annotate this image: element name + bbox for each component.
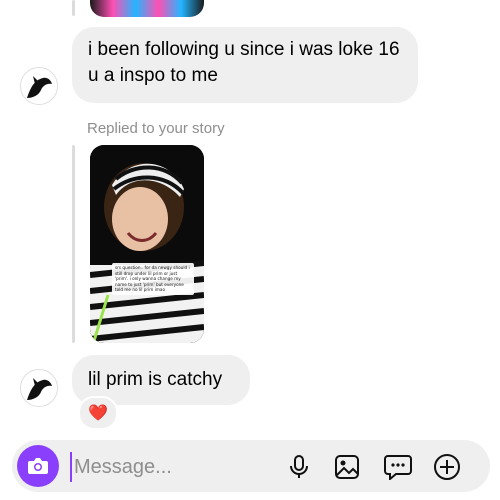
reply-bar [72,145,75,343]
sticker-icon [384,455,412,480]
message-input[interactable] [70,452,266,482]
story-image [90,145,204,343]
avatar-image [21,68,57,104]
message-text: i been following u since i was loke 16 u… [88,39,400,86]
gallery-button[interactable] [332,452,362,482]
avatar-image [21,370,57,406]
sticker-button[interactable] [383,452,413,482]
message-text: lil prim is catchy [88,369,223,390]
add-button[interactable] [432,452,462,482]
microphone-icon [290,455,308,478]
heart-reaction-icon: ❤️ [88,405,108,422]
camera-icon [28,458,48,474]
message-bubble[interactable]: i been following u since i was loke 16 u… [72,27,418,103]
avatar[interactable] [20,369,58,407]
gallery-icon [335,455,359,479]
avatar[interactable] [20,67,58,105]
message-composer [12,440,490,492]
reaction-badge[interactable]: ❤️ [78,396,118,430]
story-caption: srs question.. for da newgy should i sti… [112,263,194,295]
reply-label: Replied to your story [87,120,225,137]
story-thumbnail[interactable]: srs question.. for da newgy should i sti… [90,145,204,343]
plus-circle-icon [434,454,460,480]
story-thumbnail-top[interactable] [90,0,204,17]
microphone-button[interactable] [284,452,314,482]
reply-bar-top [72,0,75,16]
camera-button[interactable] [17,445,59,487]
